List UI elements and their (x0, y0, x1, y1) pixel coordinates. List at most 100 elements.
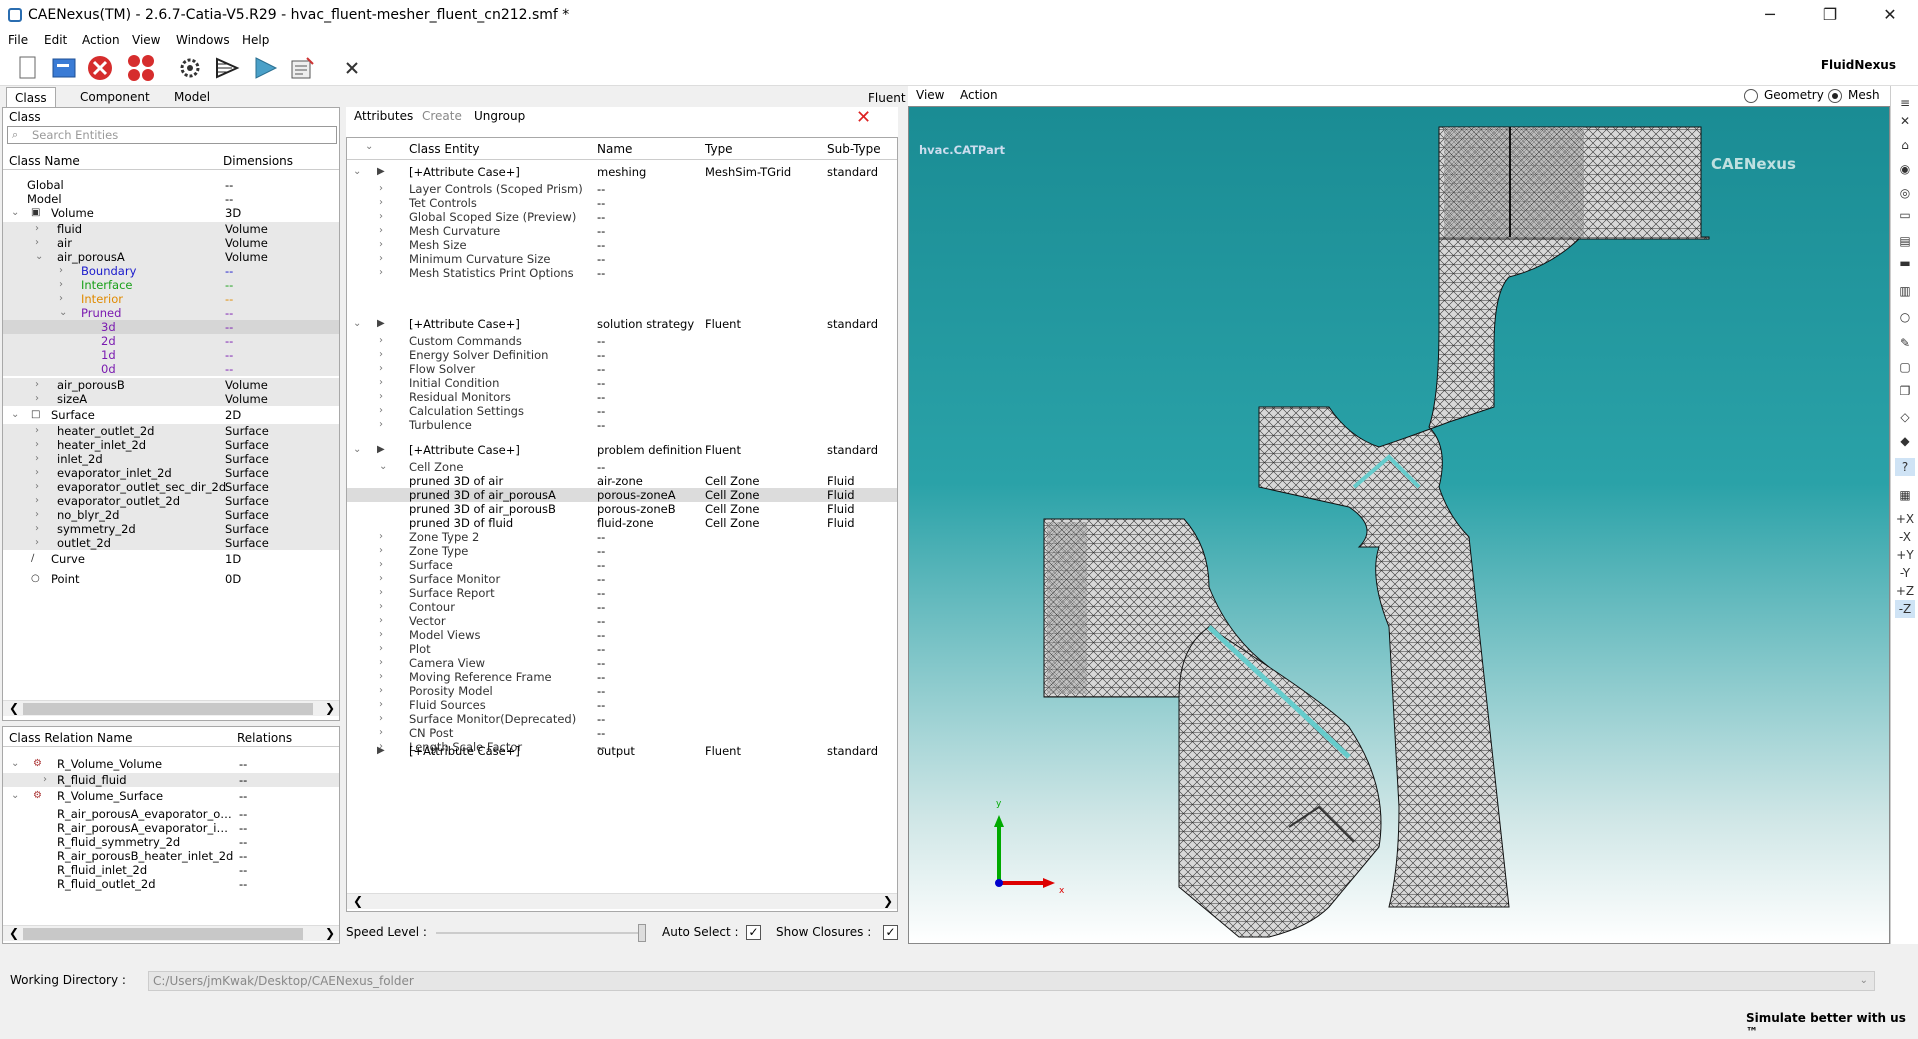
class-row[interactable]: › no_blyr_2d Surface (3, 508, 339, 522)
chevron-right-icon[interactable]: › (35, 424, 39, 438)
scroll-right-icon[interactable]: ❯ (325, 926, 335, 940)
pencil-icon[interactable]: ✎ (1895, 334, 1915, 352)
attribute-row[interactable]: › Zone Type 2 -- (347, 530, 897, 544)
3d-viewport[interactable]: hvac.CATPart CAENexus y x (908, 106, 1890, 944)
menu-help[interactable]: Help (242, 33, 269, 47)
attribute-row[interactable]: pruned 3D of air_porousB porous-zoneB Cell… (347, 502, 897, 516)
auto-select-checkbox[interactable]: ✓ (746, 925, 761, 940)
chevron-right-icon[interactable]: › (379, 224, 383, 238)
relation-row[interactable]: R_fluid_symmetry_2d -- (3, 835, 339, 849)
show-closures-checkbox[interactable]: ✓ (883, 925, 898, 940)
class-row[interactable]: › inlet_2d Surface (3, 452, 339, 466)
class-row[interactable]: 1d -- (3, 348, 339, 362)
eye-off-icon[interactable]: ◎ (1895, 184, 1915, 202)
attribute-row[interactable]: › Tet Controls -- (347, 196, 897, 210)
attribute-row[interactable]: › Mesh Size -- (347, 238, 897, 252)
settings-gear-icon[interactable] (176, 54, 204, 82)
col-relations[interactable]: Relations (237, 729, 292, 747)
layer-icon[interactable]: ▭ (1895, 206, 1915, 224)
tab-attributes[interactable]: Attributes (354, 109, 413, 123)
attr-hscrollbar[interactable]: ❮ ❯ (347, 893, 897, 909)
chevron-right-icon[interactable]: › (35, 438, 39, 452)
chevron-right-icon[interactable]: › (379, 586, 383, 600)
circle-icon[interactable]: ○ (1895, 308, 1915, 326)
class-row[interactable]: › air_porousB Volume (3, 378, 339, 392)
relation-row[interactable]: R_air_porousB_heater_inlet_2d -- (3, 849, 339, 863)
col-name[interactable]: Name (597, 140, 632, 158)
attribute-row[interactable]: › Minimum Curvature Size -- (347, 252, 897, 266)
layer-bottom-icon[interactable]: ▬ (1895, 254, 1915, 272)
attribute-case-row[interactable]: ⌄ ▶ [+Attribute Case+] problem definition Fl… (347, 443, 897, 457)
panel-icon[interactable]: ▥ (1895, 282, 1915, 300)
class-row[interactable]: ⌄ Pruned -- (3, 306, 339, 320)
working-directory-field[interactable]: C:/Users/jmKwak/Desktop/CAENexus_folder ⌄ (148, 971, 1875, 991)
attribute-row[interactable]: › Fluid Sources -- (347, 698, 897, 712)
chevron-right-icon[interactable]: › (379, 182, 383, 196)
view-plus-y-button[interactable]: +Y (1895, 546, 1915, 564)
class-row[interactable]: › evaporator_outlet_2d Surface (3, 494, 339, 508)
chevron-right-icon[interactable]: › (379, 600, 383, 614)
col-class-name[interactable]: Class Name (9, 152, 80, 170)
chevron-right-icon[interactable]: › (35, 392, 39, 406)
chevron-down-icon[interactable]: ⌄ (59, 306, 67, 320)
scroll-right-icon[interactable]: ❯ (325, 701, 335, 715)
eye-icon[interactable]: ◉ (1895, 160, 1915, 178)
copy-icon[interactable]: ❐ (1895, 382, 1915, 400)
log-report-icon[interactable] (288, 54, 316, 82)
class-row[interactable]: ○ Point 0D (3, 572, 339, 586)
col-class-entity[interactable]: Class Entity (409, 140, 479, 158)
maximize-button[interactable]: ❐ (1810, 4, 1850, 28)
collapse-all-icon[interactable]: ⌄ (365, 138, 373, 156)
chevron-right-icon[interactable]: › (379, 530, 383, 544)
class-row[interactable]: ⌄ ▣ Volume 3D (3, 206, 339, 220)
chevron-right-icon[interactable]: › (35, 466, 39, 480)
diamond-icon[interactable]: ◆ (1895, 432, 1915, 450)
menu-edit[interactable]: Edit (44, 33, 67, 47)
class-row[interactable]: ⌄ air_porousA Volume (3, 250, 339, 264)
chevron-right-icon[interactable]: › (379, 210, 383, 224)
chevron-right-icon[interactable]: › (35, 522, 39, 536)
class-row[interactable]: 0d -- (3, 362, 339, 376)
chevron-down-icon[interactable]: ⌄ (353, 317, 361, 331)
attribute-row[interactable]: › Surface Report -- (347, 586, 897, 600)
chevron-right-icon[interactable]: › (35, 236, 39, 250)
chevron-right-icon[interactable]: › (379, 642, 383, 656)
attribute-row[interactable]: › Mesh Statistics Print Options -- (347, 266, 897, 280)
class-row[interactable]: › sizeA Volume (3, 392, 339, 406)
close-icon[interactable]: ✕ (856, 107, 871, 128)
class-row[interactable]: › evaporator_outlet_sec_dir_2d Surface (3, 480, 339, 494)
relation-row[interactable]: R_fluid_inlet_2d -- (3, 863, 339, 877)
speed-slider-handle[interactable] (638, 924, 646, 942)
scroll-left-icon[interactable]: ❮ (9, 926, 19, 940)
open-file-icon[interactable] (50, 54, 78, 82)
attribute-case-row[interactable]: ⌄ ▶ [+Attribute Case+] meshing MeshSim-TGrid… (347, 165, 897, 179)
close-view-icon[interactable]: ✕ (1895, 112, 1915, 130)
attribute-row[interactable]: › Contour -- (347, 600, 897, 614)
class-row[interactable]: › air Volume (3, 236, 339, 250)
attribute-row[interactable]: pruned 3D of air air-zone Cell Zone Fluid (347, 474, 897, 488)
run-step-icon[interactable] (214, 54, 242, 82)
chevron-right-icon[interactable]: › (379, 572, 383, 586)
relation-row[interactable]: R_air_porousA_evaporator_i… -- (3, 821, 339, 835)
class-row[interactable]: › evaporator_inlet_2d Surface (3, 466, 339, 480)
speed-slider-track[interactable] (436, 932, 646, 934)
chevron-right-icon[interactable]: › (379, 196, 383, 210)
run-icon[interactable] (252, 54, 280, 82)
chevron-down-icon[interactable]: ⌄ (353, 443, 361, 457)
attribute-row[interactable]: › Surface -- (347, 558, 897, 572)
relation-row[interactable]: ⌄ ⚙ R_Volume_Surface -- (3, 789, 339, 803)
chevron-down-icon[interactable]: ⌄ (1860, 972, 1868, 990)
attribute-row[interactable]: › Calculation Settings -- (347, 404, 897, 418)
scroll-thumb[interactable] (23, 703, 313, 715)
chevron-right-icon[interactable]: › (35, 222, 39, 236)
class-row[interactable]: › outlet_2d Surface (3, 536, 339, 550)
attribute-row[interactable]: › Surface Monitor(Deprecated) -- (347, 712, 897, 726)
chevron-right-icon[interactable]: › (379, 656, 383, 670)
viewer-menu-action[interactable]: Action (960, 88, 998, 102)
relation-row[interactable]: › R_fluid_fluid -- (3, 773, 339, 787)
attribute-row[interactable]: › Vector -- (347, 614, 897, 628)
chevron-down-icon[interactable]: ⌄ (379, 460, 387, 474)
menu-action[interactable]: Action (82, 33, 120, 47)
col-sub-type[interactable]: Sub-Type (827, 140, 881, 158)
attribute-row[interactable]: › Global Scoped Size (Preview) -- (347, 210, 897, 224)
